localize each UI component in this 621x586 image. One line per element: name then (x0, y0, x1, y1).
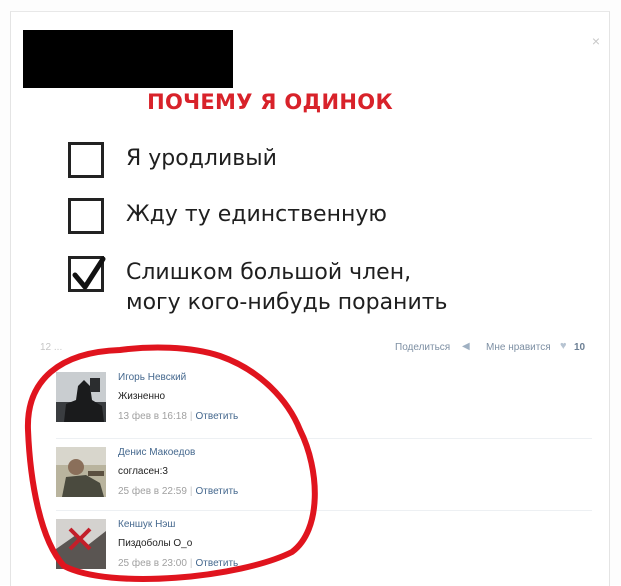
comment-item: Игорь Невский Жизненно 13 фев в 16:18 | От… (56, 364, 592, 436)
reply-link[interactable]: Ответить (196, 558, 239, 569)
comment-item: Денис Макоедов согласен:3 25 фев в 22:59… (56, 438, 592, 511)
checkbox-unchecked (68, 142, 104, 178)
comment-item: Кеншук Нэш Пиздоболы О_о 25 фев в 23:00 |… (56, 510, 592, 583)
option-label: Жду ту единственную (126, 202, 387, 227)
comment-date[interactable]: 25 фев в 22:59 (118, 486, 187, 497)
comment-author[interactable]: Денис Макоедов (118, 447, 195, 458)
separator: | (189, 486, 193, 497)
comment-author[interactable]: Кеншук Нэш (118, 519, 175, 530)
option-label-line2: могу кого-нибудь поранить (126, 290, 448, 315)
comment-meta: 25 фев в 23:00 | Ответить (118, 558, 238, 569)
reply-link[interactable]: Ответить (196, 411, 239, 422)
comment-date[interactable]: 25 фев в 23:00 (118, 558, 187, 569)
post-date: 12 ... (40, 342, 63, 353)
checkbox-checked (68, 256, 106, 292)
comment-date[interactable]: 13 фев в 16:18 (118, 411, 187, 422)
checkmark-icon (72, 256, 106, 290)
comment-text: Жизненно (118, 391, 166, 402)
post-title: ПОЧЕМУ Я ОДИНОК (147, 90, 393, 114)
avatar[interactable] (56, 447, 106, 497)
post-meta-bar: 12 ... Поделиться ◀ Мне нравится ♥ 10 (40, 340, 592, 356)
comment-meta: 25 фев в 22:59 | Ответить (118, 486, 238, 497)
like-count: 10 (574, 342, 586, 353)
reply-link[interactable]: Ответить (196, 486, 239, 497)
comment-author[interactable]: Игорь Невский (118, 372, 186, 383)
censored-header-block (23, 30, 233, 88)
screenshot-frame: × ПОЧЕМУ Я ОДИНОК Я уродливый Жду ту еди… (0, 0, 621, 586)
close-icon[interactable]: × (589, 34, 603, 48)
share-link[interactable]: Поделиться (395, 342, 450, 353)
comment-meta: 13 фев в 16:18 | Ответить (118, 411, 238, 422)
separator: | (189, 558, 193, 569)
checkbox-unchecked (68, 198, 104, 234)
comment-text: согласен:3 (118, 466, 168, 477)
option-label-line1: Слишком большой член, (126, 260, 412, 285)
heart-icon[interactable]: ♥ (560, 340, 567, 352)
comment-text: Пиздоболы О_о (118, 538, 193, 549)
avatar[interactable] (56, 372, 106, 422)
separator: | (189, 411, 193, 422)
megaphone-icon[interactable]: ◀ (462, 341, 470, 352)
option-label: Я уродливый (126, 146, 277, 171)
like-link[interactable]: Мне нравится (486, 342, 551, 353)
avatar[interactable] (56, 519, 106, 569)
